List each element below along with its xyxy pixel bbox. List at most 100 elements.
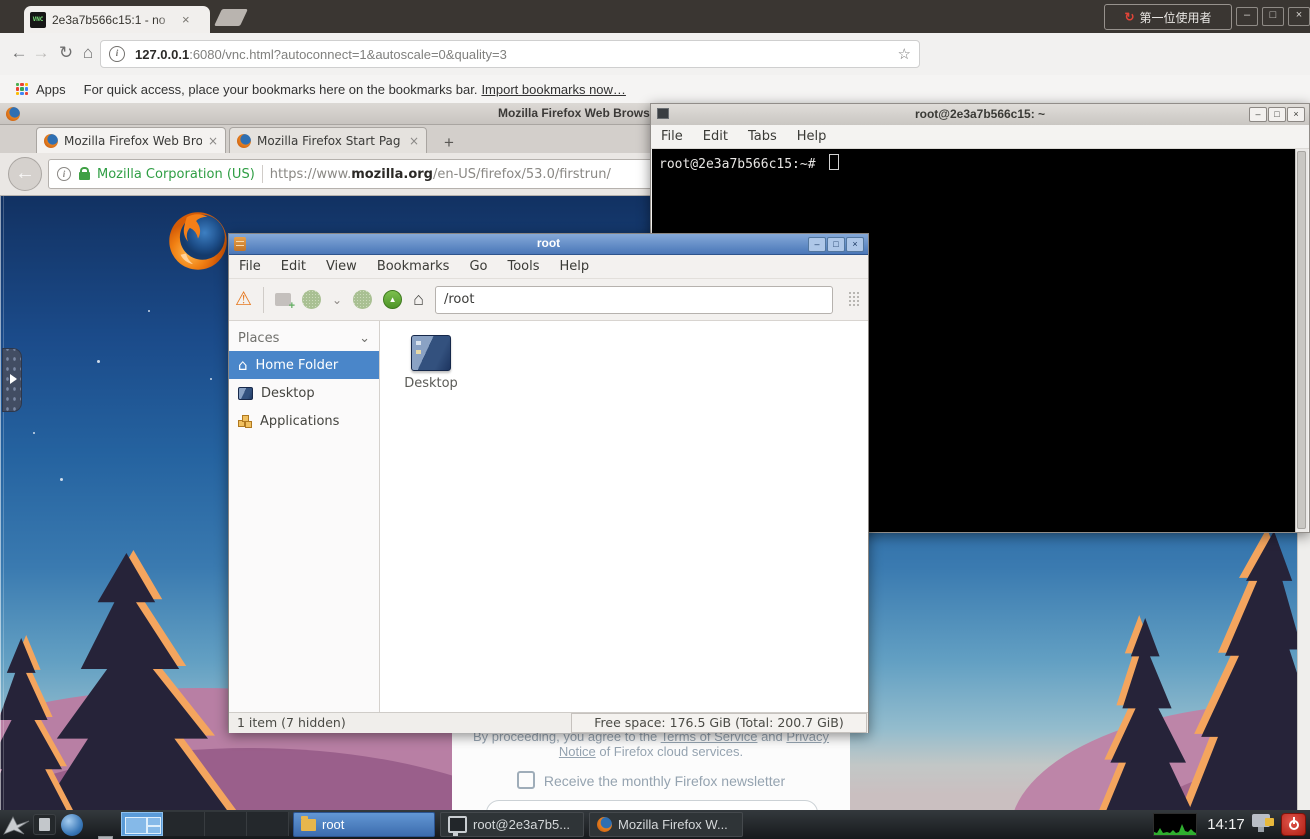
taskbar-item-root[interactable]: root (293, 812, 435, 837)
bookmark-star-icon[interactable]: ☆ (898, 45, 911, 63)
taskbar-item-firefox[interactable]: Mozilla Firefox W... (589, 812, 743, 837)
firefox-url-text: https://www.mozilla.org/en-US/firefox/53… (270, 167, 611, 182)
bookmarks-hint: For quick access, place your bookmarks h… (84, 82, 478, 97)
firefox-tab[interactable]: Mozilla Firefox Start Pag × (229, 127, 427, 153)
novnc-control-handle[interactable] (2, 348, 22, 412)
root-warning-icon: ⚠ (235, 288, 252, 311)
pager-desktop-2[interactable] (163, 812, 205, 836)
chrome-tab-close-icon[interactable]: × (182, 12, 190, 27)
forward-icon[interactable]: → (30, 41, 52, 65)
home-icon[interactable]: ⌂ (413, 289, 424, 310)
sidebar-item-applications[interactable]: Applications (229, 407, 379, 435)
tab-close-icon[interactable]: × (409, 134, 419, 148)
star (97, 360, 100, 363)
terminal-titlebar[interactable]: root@2e3a7b566c15: ~ – □ × (651, 104, 1309, 126)
file-manager-launcher[interactable] (33, 814, 56, 835)
cpu-monitor[interactable] (1153, 813, 1197, 836)
chrome-maximize-button[interactable]: □ (1262, 7, 1284, 26)
menu-help[interactable]: Help (550, 259, 600, 274)
places-header[interactable]: Places ⌄ (229, 325, 379, 351)
fm-minimize-button[interactable]: – (808, 237, 826, 252)
pager-desktop-4[interactable] (247, 812, 289, 836)
fm-body: Places ⌄ ⌂ Home Folder Desktop Applicati… (229, 321, 868, 712)
canvas-edge-line (0, 103, 1, 839)
menu-go[interactable]: Go (459, 259, 497, 274)
iconify-windows-button[interactable] (91, 835, 114, 839)
menu-view[interactable]: View (316, 259, 367, 274)
taskbar-item-terminal[interactable]: root@2e3a7b5... (440, 812, 584, 837)
firefox-back-button[interactable]: ← (8, 157, 42, 191)
fm-maximize-button[interactable]: □ (827, 237, 845, 252)
back-icon[interactable] (302, 290, 321, 309)
privacy-link[interactable]: Notice (559, 744, 596, 759)
tab-close-icon[interactable]: × (208, 134, 218, 148)
back-icon[interactable]: ← (8, 41, 30, 65)
newsletter-checkbox[interactable] (517, 771, 535, 789)
desktop-pager[interactable] (121, 812, 289, 836)
browser-launcher[interactable] (61, 814, 83, 836)
history-chevron-icon[interactable]: ⌄ (332, 293, 342, 307)
lxde-menu-button[interactable] (3, 813, 30, 839)
monitor-icon (448, 816, 467, 833)
star (148, 310, 150, 312)
firefox-icon (237, 134, 251, 148)
cpu-graph (1154, 814, 1196, 835)
chrome-close-button[interactable]: × (1288, 7, 1310, 26)
sidebar-item-home[interactable]: ⌂ Home Folder (229, 351, 379, 379)
scrollbar-thumb[interactable] (1297, 151, 1306, 529)
fm-sidebar: Places ⌄ ⌂ Home Folder Desktop Applicati… (229, 321, 380, 712)
firefox-tab-active[interactable]: Mozilla Firefox Web Bro × (36, 127, 226, 153)
sidebar-item-desktop[interactable]: Desktop (229, 379, 379, 407)
apps-shortcut[interactable]: Apps (36, 82, 66, 97)
pager-desktop-1[interactable] (121, 812, 163, 836)
chrome-profile-button[interactable]: ↻ 第一位使用者 (1104, 4, 1232, 30)
page-scrollbar[interactable] (1297, 533, 1310, 810)
menu-tabs[interactable]: Tabs (738, 129, 787, 144)
fm-close-button[interactable]: × (846, 237, 864, 252)
up-icon[interactable]: ▲ (383, 290, 402, 309)
terminal-scrollbar[interactable] (1295, 149, 1308, 532)
terminal-minimize-button[interactable]: – (1249, 107, 1267, 122)
taskbar-clock[interactable]: 14:17 (1202, 810, 1250, 839)
fm-file-area[interactable]: Desktop (380, 321, 868, 712)
info-icon[interactable]: i (57, 167, 71, 181)
identity-label[interactable]: Mozilla Corporation (US) (97, 167, 255, 182)
apps-grid-icon[interactable] (16, 83, 28, 95)
home-icon[interactable]: ⌂ (77, 41, 99, 65)
terminal-maximize-button[interactable]: □ (1268, 107, 1286, 122)
applications-icon (238, 415, 252, 428)
lxde-bird-icon (3, 813, 30, 836)
import-bookmarks-link[interactable]: Import bookmarks now… (481, 82, 626, 97)
file-manager-titlebar[interactable]: root – □ × (229, 234, 868, 255)
pager-desktop-3[interactable] (205, 812, 247, 836)
menu-tools[interactable]: Tools (497, 259, 549, 274)
chrome-tab[interactable]: VNC 2e3a7b566c15:1 - no × (24, 6, 210, 33)
file-item-desktop[interactable]: Desktop (398, 335, 464, 391)
email-field[interactable] (486, 800, 818, 810)
file-label: Desktop (398, 376, 464, 391)
terminal-close-button[interactable]: × (1287, 107, 1305, 122)
menu-help[interactable]: Help (787, 129, 837, 144)
menu-edit[interactable]: Edit (271, 259, 316, 274)
screen: VNC 2e3a7b566c15:1 - no × ↻ 第一位使用者 – □ ×… (0, 0, 1310, 839)
divider (263, 287, 264, 313)
jump-icon[interactable] (848, 291, 861, 308)
power-button[interactable] (1281, 813, 1306, 836)
page-info-icon[interactable]: i (109, 46, 125, 62)
divider (262, 165, 263, 183)
chrome-url-bar[interactable]: i 127.0.0.1:6080/vnc.html?autoconnect=1&… (100, 40, 920, 68)
firstrun-form-card: By proceeding, you agree to the Terms of… (452, 728, 850, 810)
lock-screen-button[interactable] (1252, 814, 1274, 834)
chrome-new-tab-button[interactable] (214, 9, 248, 26)
menu-file[interactable]: File (229, 259, 271, 274)
new-tab-button[interactable]: + (444, 133, 454, 153)
forward-icon[interactable] (353, 290, 372, 309)
path-field[interactable]: /root (435, 286, 833, 314)
menu-bookmarks[interactable]: Bookmarks (367, 259, 460, 274)
chrome-minimize-button[interactable]: – (1236, 7, 1258, 26)
reload-icon[interactable]: ↻ (55, 41, 77, 65)
menu-file[interactable]: File (651, 129, 693, 144)
new-tab-icon[interactable] (275, 293, 291, 306)
menu-edit[interactable]: Edit (693, 129, 738, 144)
star (210, 378, 212, 380)
